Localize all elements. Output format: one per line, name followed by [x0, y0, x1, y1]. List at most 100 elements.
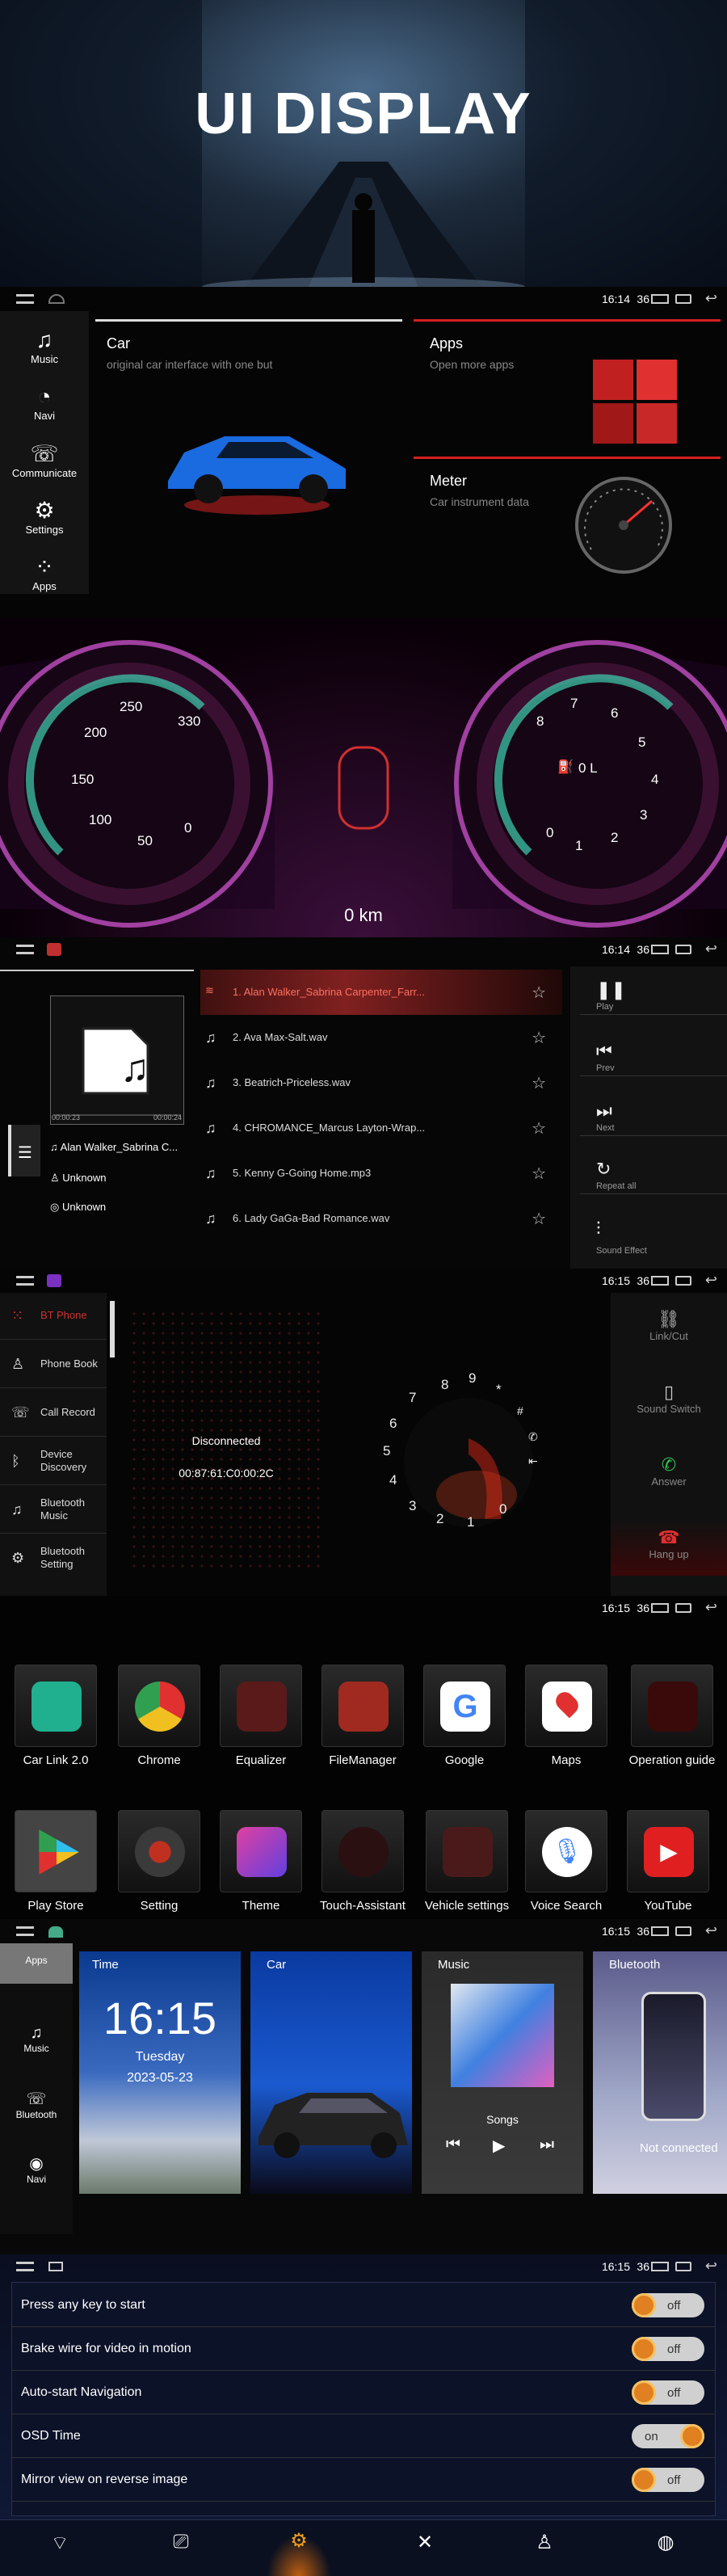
bt-menu-device-discovery[interactable]: ᛒ Device Discovery	[0, 1438, 107, 1485]
time-widget[interactable]: Time 16:15 Tuesday 2023-05-23	[79, 1951, 241, 2194]
setting-row-mirror-view[interactable]: Mirror view on reverse image off	[11, 2458, 716, 2502]
app-car-link[interactable]: Car Link 2.0	[11, 1665, 100, 1767]
list-toggle-button[interactable]: ☰	[8, 1125, 40, 1176]
sound-effect-button[interactable]: ⫶ Sound Effect	[580, 1209, 727, 1256]
back-icon[interactable]: ↩	[705, 290, 717, 306]
app-voice-search[interactable]: 🎙 Voice Search	[522, 1810, 611, 1913]
toggle-switch[interactable]: off	[632, 2337, 704, 2361]
sidebar-handle[interactable]	[110, 1301, 115, 1357]
app-filemanager[interactable]: FileManager	[318, 1665, 407, 1767]
window-icon[interactable]	[651, 1603, 669, 1613]
menu-icon[interactable]	[16, 2262, 34, 2271]
menu-icon[interactable]	[16, 1926, 34, 1936]
track-item-4[interactable]: ♫ 4. CHROMANCE_Marcus Layton-Wrap... ☆	[200, 1109, 562, 1147]
bt-app-icon[interactable]	[47, 1274, 61, 1287]
home-icon[interactable]	[48, 1926, 63, 1938]
star-icon[interactable]: ☆	[532, 1028, 546, 1048]
sidebar-item-bluetooth[interactable]: ☏ Bluetooth	[0, 2089, 73, 2120]
bt-menu-bt-phone[interactable]: ⁙ BT Phone	[0, 1293, 107, 1340]
call-icon[interactable]: ✆	[528, 1430, 538, 1444]
sidebar-item-settings[interactable]: ⚙ Settings	[0, 497, 89, 536]
back-icon[interactable]: ↩	[705, 2258, 717, 2274]
window-icon[interactable]	[651, 1276, 669, 1286]
back-icon[interactable]: ↩	[705, 1922, 717, 1938]
bluetooth-widget[interactable]: Bluetooth Not connected	[593, 1951, 727, 2194]
tools-icon[interactable]: ✕	[409, 2531, 441, 2554]
star-icon[interactable]: ☆	[532, 1073, 546, 1093]
app-operation-guide[interactable]: Operation guide	[624, 1665, 721, 1767]
app-maps[interactable]: Maps	[522, 1665, 611, 1767]
track-item-2[interactable]: ♫ 2. Ava Max-Salt.wav ☆	[200, 1018, 562, 1057]
play-button[interactable]: ❚❚ Play	[580, 970, 727, 1015]
track-item-1[interactable]: ≋ 1. Alan Walker_Sabrina Carpenter_Farr..…	[200, 973, 562, 1012]
dial-key-7[interactable]: 7	[409, 1390, 416, 1406]
dial-key-0[interactable]: 0	[499, 1501, 506, 1517]
setting-row-auto-start-navigation[interactable]: Auto-start Navigation off	[11, 2371, 716, 2414]
gallery-icon[interactable]	[48, 2262, 63, 2271]
dial-key-9[interactable]: 9	[469, 1370, 476, 1387]
toggle-switch[interactable]: off	[632, 2380, 704, 2405]
window-icon[interactable]	[651, 1926, 669, 1936]
sidebar-item-navi[interactable]: ◉ Navi	[0, 2153, 73, 2185]
menu-icon[interactable]	[16, 1276, 34, 1286]
answer-button[interactable]: ✆ Answer	[611, 1454, 727, 1488]
window-icon[interactable]	[651, 2262, 669, 2271]
dial-key-6[interactable]: 6	[389, 1416, 397, 1432]
star-icon[interactable]: ☆	[532, 983, 546, 1003]
star-icon[interactable]: ☆	[532, 1164, 546, 1184]
setting-row-press-any-key[interactable]: Press any key to start off	[11, 2283, 716, 2327]
bt-menu-bluetooth-setting[interactable]: ⚙ Bluetooth Setting	[0, 1535, 107, 1582]
recent-apps-icon[interactable]	[675, 1276, 691, 1286]
recent-apps-icon[interactable]	[675, 294, 691, 304]
app-play-store[interactable]: Play Store	[11, 1810, 100, 1913]
user-icon[interactable]: ♙	[528, 2531, 561, 2554]
dial-key-2[interactable]: 2	[436, 1511, 443, 1527]
apps-card[interactable]: Apps Open more apps	[414, 319, 721, 448]
sidebar-item-navi[interactable]: ◔ Navi	[0, 384, 89, 422]
hang-up-button[interactable]: ☎ Hang up	[611, 1519, 727, 1576]
next-button[interactable]: ⏭ Next	[580, 1091, 727, 1136]
window-icon[interactable]	[651, 945, 669, 954]
sidebar-item-music[interactable]: ♫ Music	[0, 2024, 73, 2054]
backspace-icon[interactable]: ⇤	[528, 1454, 538, 1468]
star-icon[interactable]: ☆	[532, 1118, 546, 1139]
link-cut-button[interactable]: ⛓ Link/Cut	[611, 1309, 727, 1342]
sidebar-item-music[interactable]: ♫ Music	[0, 327, 89, 365]
wifi-icon[interactable]: ⌔	[44, 2531, 76, 2555]
app-vehicle-settings[interactable]: Vehicle settings	[420, 1810, 514, 1913]
recent-apps-icon[interactable]	[675, 945, 691, 954]
toggle-switch[interactable]: off	[632, 2468, 704, 2492]
app-youtube[interactable]: ▶ YouTube	[624, 1810, 712, 1913]
dial-key-hash[interactable]: #	[517, 1404, 523, 1417]
music-widget[interactable]: Music Songs ⏮ ▶ ⏭	[422, 1951, 583, 2194]
home-icon[interactable]	[48, 294, 65, 304]
play-icon[interactable]: ▶	[493, 2136, 505, 2156]
track-item-3[interactable]: ♫ 3. Beatrich-Priceless.wav ☆	[200, 1063, 562, 1102]
recent-apps-icon[interactable]	[675, 1603, 691, 1613]
back-icon[interactable]: ↩	[705, 1272, 717, 1288]
setting-row-brake-wire[interactable]: Brake wire for video in motion off	[11, 2327, 716, 2371]
menu-icon[interactable]	[16, 945, 34, 954]
setting-row-osd-time[interactable]: OSD Time on	[11, 2414, 716, 2458]
dial-key-4[interactable]: 4	[389, 1472, 397, 1488]
window-icon[interactable]	[651, 294, 669, 304]
music-app-icon[interactable]	[47, 943, 61, 956]
display-icon[interactable]: ⎚	[165, 2531, 197, 2553]
recent-apps-icon[interactable]	[675, 2262, 691, 2271]
app-equalizer[interactable]: Equalizer	[216, 1665, 305, 1767]
dial-key-8[interactable]: 8	[441, 1377, 448, 1393]
dial-key-3[interactable]: 3	[409, 1498, 416, 1514]
repeat-button[interactable]: ↻ Repeat all	[580, 1149, 727, 1194]
app-google[interactable]: G Google	[420, 1665, 509, 1767]
back-icon[interactable]: ↩	[705, 1599, 717, 1615]
sidebar-item-communicate[interactable]: ☏ Communicate	[0, 440, 89, 479]
toggle-switch[interactable]: off	[632, 2293, 704, 2317]
bt-menu-bluetooth-music[interactable]: ♫ Bluetooth Music	[0, 1487, 107, 1534]
car-card[interactable]: Car original car interface with one but	[95, 319, 402, 562]
dial-key-1[interactable]: 1	[467, 1514, 474, 1530]
prev-button[interactable]: ⏮ Prev	[580, 1031, 727, 1076]
app-touch-assistant[interactable]: Touch-Assistant	[318, 1810, 407, 1913]
back-icon[interactable]: ↩	[705, 941, 717, 957]
track-item-6[interactable]: ♫ 6. Lady GaGa-Bad Romance.wav ☆	[200, 1199, 562, 1238]
gear-icon[interactable]: ⚙	[283, 2529, 315, 2553]
